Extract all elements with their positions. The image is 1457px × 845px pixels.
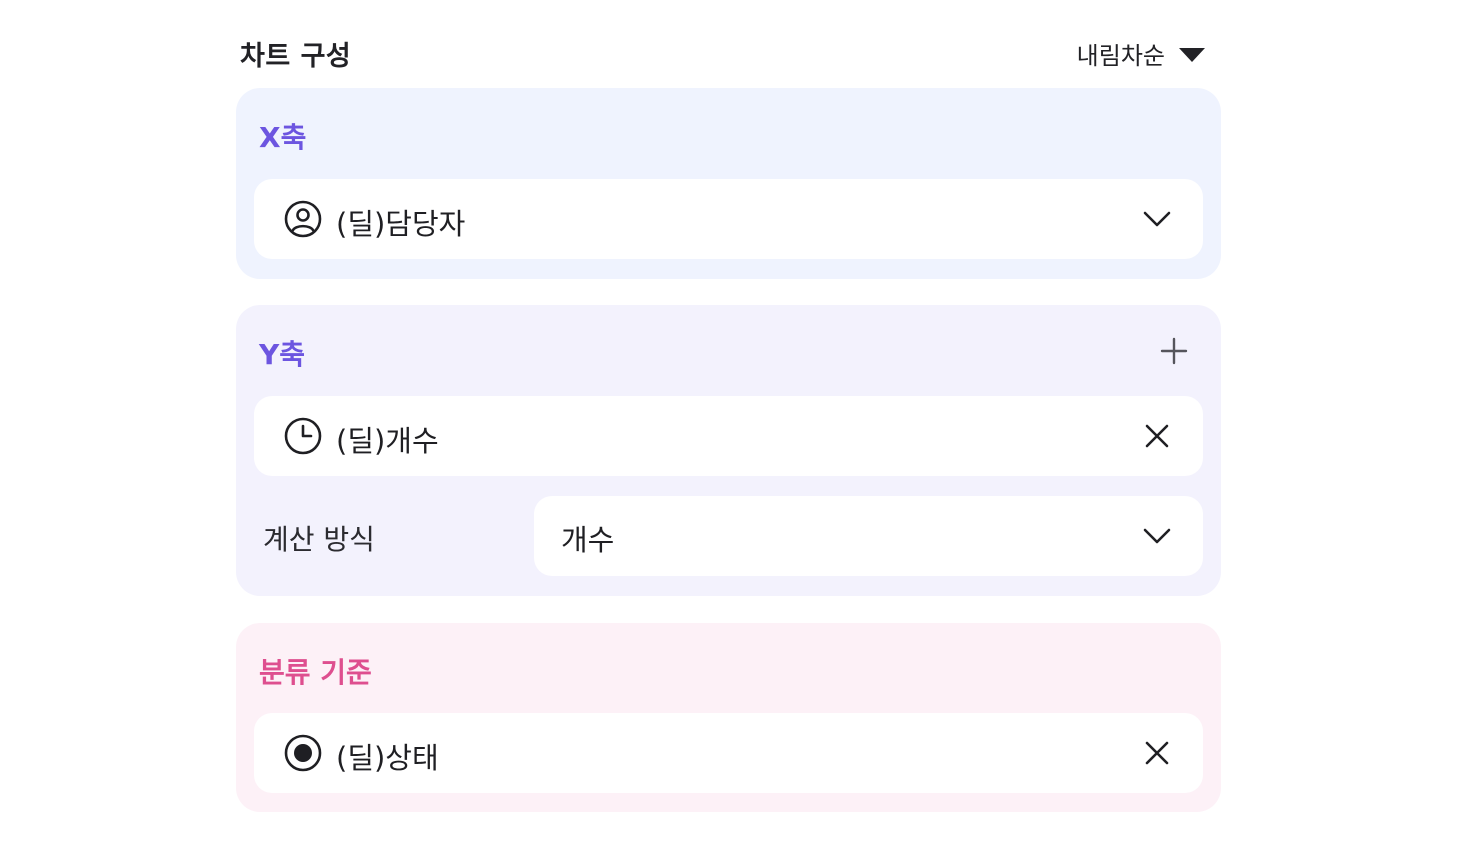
caret-down-icon: [1179, 47, 1205, 62]
panel-header: 차트 구성 내림차순: [240, 30, 1205, 74]
sort-order-dropdown[interactable]: 내림차순: [1077, 36, 1205, 71]
y-axis-field-chip[interactable]: (딜)개수: [254, 396, 1203, 476]
sort-order-label: 내림차순: [1076, 42, 1165, 70]
group-by-field-label: (딜)상태: [336, 741, 439, 775]
plus-icon[interactable]: [1160, 337, 1188, 365]
y-axis-title: Y축: [259, 338, 306, 371]
chart-config-panel: 차트 구성 내림차순 X축 (딜)담당자 Y축 (딜)개수 계산 방식 개수 분…: [236, 0, 1221, 845]
calc-method-value: 개수: [561, 523, 615, 557]
y-axis-section: Y축 (딜)개수 계산 방식 개수: [236, 305, 1221, 596]
x-axis-field-label: (딜)담당자: [336, 207, 466, 241]
x-axis-section: X축 (딜)담당자: [236, 88, 1221, 279]
chevron-down-icon[interactable]: [1141, 520, 1173, 552]
y-axis-field-label: (딜)개수: [336, 424, 439, 458]
close-icon[interactable]: [1141, 420, 1173, 452]
x-axis-field-select[interactable]: (딜)담당자: [254, 179, 1203, 259]
close-icon[interactable]: [1141, 737, 1173, 769]
calc-method-select[interactable]: 개수: [534, 496, 1203, 576]
group-by-field-chip[interactable]: (딜)상태: [254, 713, 1203, 793]
panel-title: 차트 구성: [240, 41, 352, 72]
x-axis-title: X축: [259, 121, 307, 154]
person-circle-icon: [284, 200, 322, 238]
group-by-section: 분류 기준 (딜)상태: [236, 623, 1221, 812]
calc-method-label: 계산 방식: [263, 523, 375, 556]
radio-dot-icon: [284, 734, 322, 772]
chevron-down-icon[interactable]: [1141, 203, 1173, 235]
clock-icon: [284, 417, 322, 455]
group-by-title: 분류 기준: [259, 656, 372, 689]
